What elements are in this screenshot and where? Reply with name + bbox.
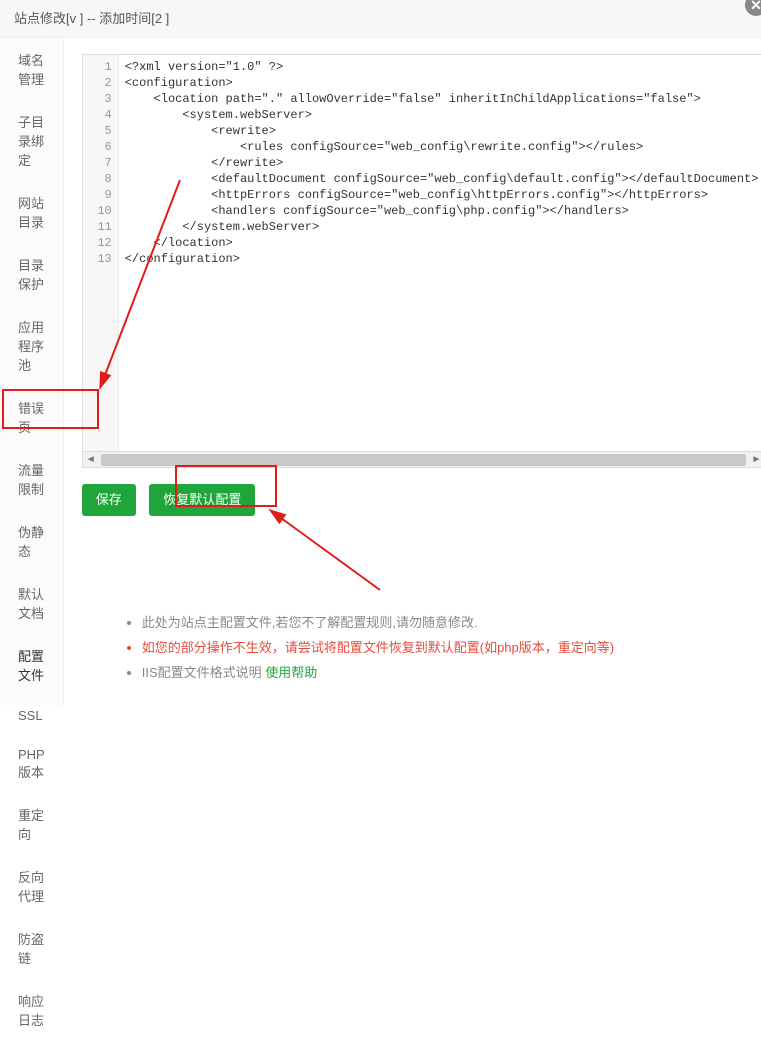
sidebar-item-redirect[interactable]: 重定向: [0, 793, 63, 855]
sidebar-item-label: 子目录绑定: [18, 115, 44, 168]
editor-hscrollbar[interactable]: ◄ ►: [82, 452, 761, 468]
sidebar-item-antileech[interactable]: 防盗链: [0, 917, 63, 979]
sidebar-item-label: 目录保护: [18, 258, 44, 292]
sidebar-item-php[interactable]: PHP版本: [0, 735, 63, 793]
sidebar-item-label: SSL: [18, 708, 43, 723]
sidebar-item-rewrite[interactable]: 伪静态: [0, 510, 63, 572]
note-text: 此处为站点主配置文件,若您不了解配置规则,请勿随意修改.: [142, 615, 478, 630]
sidebar-item-label: 防盗链: [18, 932, 44, 966]
dialog-body: 域名管理 子目录绑定 网站目录 目录保护 应用程序池 错误页 流量限制 伪静态 …: [0, 38, 761, 705]
sidebar-item-label: 重定向: [18, 808, 44, 842]
help-link[interactable]: 使用帮助: [265, 665, 317, 680]
editor-content[interactable]: <?xml version="1.0" ?><configuration> <l…: [119, 55, 761, 451]
sidebar-item-label: 网站目录: [18, 196, 44, 230]
main-panel: 12345678910111213 <?xml version="1.0" ?>…: [64, 38, 761, 705]
sidebar-item-label: 流量限制: [18, 463, 44, 497]
restore-default-button[interactable]: 恢复默认配置: [149, 484, 255, 516]
sidebar-item-ssl[interactable]: SSL: [0, 696, 63, 735]
sidebar-item-apppool[interactable]: 应用程序池: [0, 305, 63, 386]
sidebar-item-label: 错误页: [18, 401, 44, 435]
sidebar-item-label: 默认文档: [18, 587, 44, 621]
sidebar-item-label: 响应日志: [18, 994, 44, 1028]
dialog-header: 站点修改[v ] -- 添加时间[2 ]: [0, 0, 761, 38]
sidebar-item-domain[interactable]: 域名管理: [0, 38, 63, 100]
scroll-left-icon[interactable]: ◄: [83, 452, 99, 468]
sidebar-item-label: PHP版本: [18, 747, 45, 780]
note-line: IIS配置文件格式说明 使用帮助: [142, 659, 614, 684]
sidebar-item-config[interactable]: 配置文件: [0, 634, 63, 696]
sidebar-item-errorpage[interactable]: 错误页: [0, 386, 63, 448]
editor-gutter: 12345678910111213: [83, 55, 119, 451]
sidebar-item-proxy[interactable]: 反向代理: [0, 855, 63, 917]
notes-list: 此处为站点主配置文件,若您不了解配置规则,请勿随意修改. 如您的部分操作不生效，…: [84, 609, 614, 684]
button-row: 保存 恢复默认配置: [82, 484, 761, 516]
sidebar: 域名管理 子目录绑定 网站目录 目录保护 应用程序池 错误页 流量限制 伪静态 …: [0, 38, 64, 705]
sidebar-item-subdir[interactable]: 子目录绑定: [0, 100, 63, 181]
sidebar-item-label: 伪静态: [18, 525, 44, 559]
code-editor[interactable]: 12345678910111213 <?xml version="1.0" ?>…: [82, 54, 761, 452]
note-line-warning: 如您的部分操作不生效，请尝试将配置文件恢复到默认配置(如php版本，重定向等): [142, 634, 614, 659]
sidebar-item-label: 反向代理: [18, 870, 44, 904]
sidebar-item-sitedir[interactable]: 网站目录: [0, 181, 63, 243]
scroll-right-icon[interactable]: ►: [748, 452, 761, 468]
note-text: IIS配置文件格式说明: [142, 665, 266, 680]
sidebar-item-label: 应用程序池: [18, 320, 44, 373]
sidebar-item-dirprotect[interactable]: 目录保护: [0, 243, 63, 305]
sidebar-item-label: 域名管理: [18, 53, 44, 87]
dialog-title: 站点修改[v ] -- 添加时间[2 ]: [14, 11, 169, 26]
note-line: 此处为站点主配置文件,若您不了解配置规则,请勿随意修改.: [142, 609, 614, 634]
save-button[interactable]: 保存: [82, 484, 136, 516]
note-text: 如您的部分操作不生效，请尝试将配置文件恢复到默认配置(如php版本，重定向等): [142, 640, 614, 655]
sidebar-item-label: 配置文件: [18, 649, 44, 683]
sidebar-item-defaultdoc[interactable]: 默认文档: [0, 572, 63, 634]
sidebar-item-resplog[interactable]: 响应日志: [0, 979, 63, 1041]
scroll-thumb[interactable]: [101, 454, 747, 466]
sidebar-item-bandwidth[interactable]: 流量限制: [0, 448, 63, 510]
